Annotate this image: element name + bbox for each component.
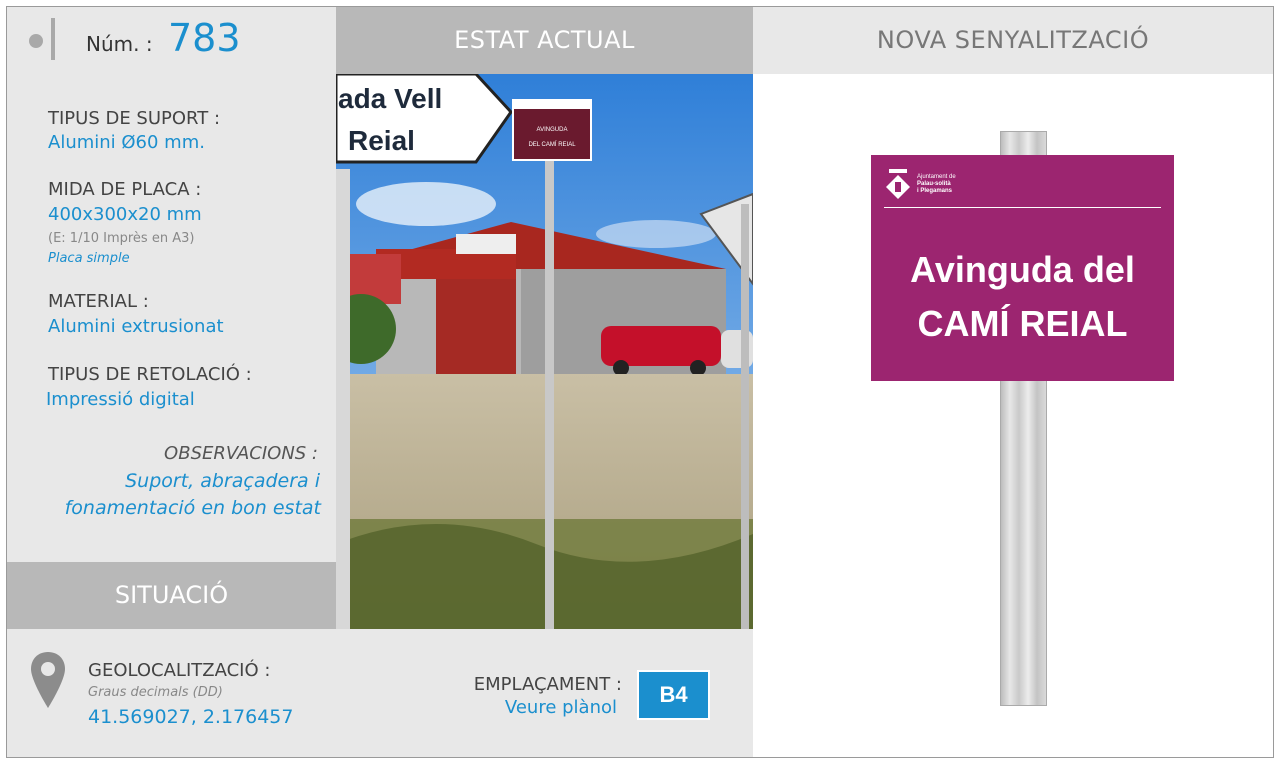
sign-plate: Ajuntament de Palau-solità i Plegamans A… <box>871 155 1174 381</box>
header-current-state: ESTAT ACTUAL <box>336 7 753 74</box>
placement-label: EMPLAÇAMENT : <box>473 674 622 695</box>
situation-title: SITUACIÓ <box>7 562 336 629</box>
geolocation-coordinates: 41.569027, 2.176457 <box>88 706 294 728</box>
number-label: Núm. : <box>86 32 153 56</box>
material-label: MATERIAL : <box>48 291 149 312</box>
geolocation-label: GEOLOCALITZACIÓ : <box>88 660 271 681</box>
town-crest-icon <box>886 169 910 199</box>
placement-code-badge: B4 <box>637 670 710 720</box>
svg-text:Reial: Reial <box>348 125 415 156</box>
bullet-dot-icon <box>29 34 43 48</box>
support-type-value: Alumini Ø60 mm. <box>48 132 205 153</box>
plate-size-value: 400x300x20 mm <box>48 204 202 225</box>
svg-text:ada Vell: ada Vell <box>338 83 442 114</box>
logo-line-3: i Plegamans <box>917 188 953 194</box>
logo-line-1: Ajuntament de <box>917 174 956 180</box>
support-type-label: TIPUS DE SUPORT : <box>48 108 221 129</box>
svg-text:AVINGUDA: AVINGUDA <box>537 127 568 133</box>
plate-size-label: MIDA DE PLACA : <box>48 179 202 200</box>
plate-line-2: CAMÍ REIAL <box>917 303 1128 344</box>
town-logo-text: Ajuntament de Palau-solità i Plegamans <box>917 174 956 195</box>
current-state-title: ESTAT ACTUAL <box>454 26 635 54</box>
plate-line-1: Avinguda del <box>910 249 1135 290</box>
info-panel: TIPUS DE SUPORT : Alumini Ø60 mm. MIDA D… <box>7 74 336 562</box>
view-map-link[interactable]: Veure plànol <box>505 697 617 718</box>
material-value: Alumini extrusionat <box>48 316 224 337</box>
observations-label: OBSERVACIONS : <box>164 443 318 464</box>
svg-text:DEL CAMÍ REIAL: DEL CAMÍ REIAL <box>528 141 576 148</box>
observations-line-2: fonamentació en bon estat <box>64 497 321 519</box>
observations-line-1: Suport, abraçadera i <box>125 470 320 492</box>
new-signage-title: NOVA SENYALITZACIÓ <box>876 26 1150 54</box>
header-divider <box>51 18 55 60</box>
location-pin-icon <box>31 652 65 708</box>
plate-divider <box>884 207 1161 208</box>
lettering-type-label: TIPUS DE RETOLACIÓ : <box>48 364 252 385</box>
plate-type-note: Placa simple <box>48 251 130 266</box>
sign-number: 783 <box>168 16 241 60</box>
lettering-type-value: Impressió digital <box>46 389 195 410</box>
header-new-signage: NOVA SENYALITZACIÓ <box>753 7 1273 74</box>
geolocation-sublabel: Graus decimals (DD) <box>88 685 223 700</box>
plate-scale-note: (E: 1/10 Imprès en A3) <box>48 231 195 246</box>
current-state-photo: ada Vell Reial AVINGUDA DEL CAMÍ REIAL <box>336 74 753 629</box>
logo-line-2: Palau-solità <box>917 181 951 187</box>
